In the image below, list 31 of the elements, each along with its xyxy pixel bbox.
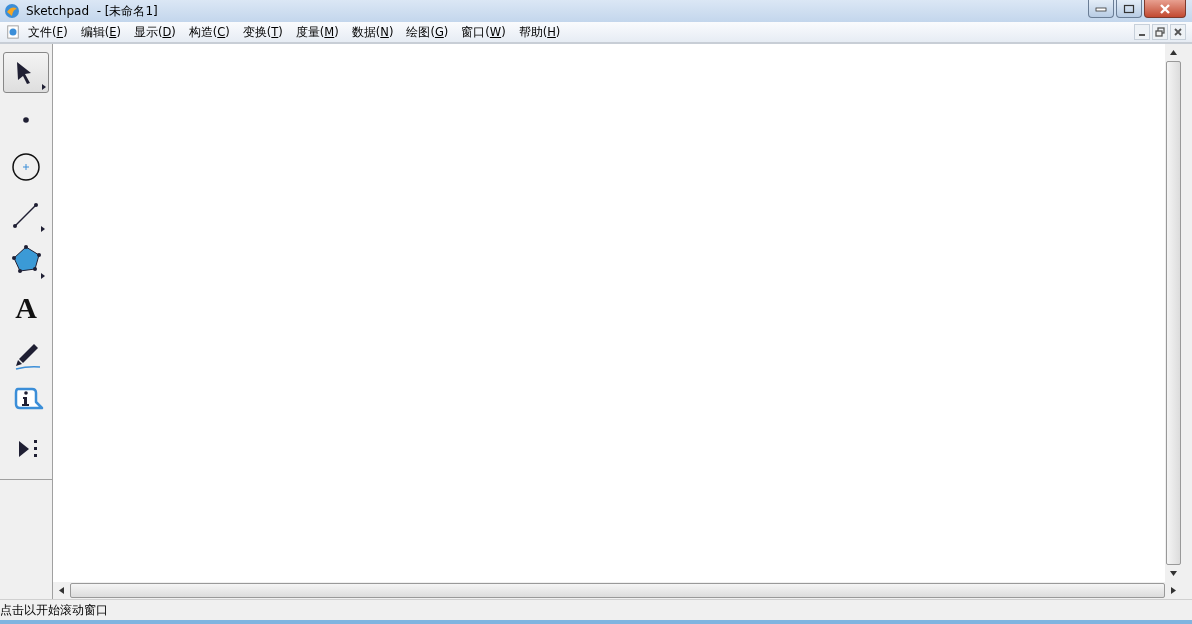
minimize-button[interactable] bbox=[1088, 0, 1114, 18]
left-arrow-icon[interactable] bbox=[59, 587, 64, 594]
down-arrow-icon[interactable] bbox=[1170, 571, 1177, 576]
menu-item[interactable]: 窗口(W) bbox=[461, 24, 506, 40]
close-icon bbox=[1159, 3, 1171, 14]
menu-item[interactable]: 构造(C) bbox=[188, 24, 230, 40]
menu-item[interactable]: 文件(F) bbox=[28, 24, 68, 40]
minimize-icon bbox=[1139, 34, 1145, 36]
close-icon bbox=[1173, 27, 1183, 37]
window-title: Sketchpad - [未命名1] bbox=[26, 2, 158, 20]
maximize-icon bbox=[1123, 3, 1135, 14]
restore-icon bbox=[1155, 27, 1165, 37]
menu-item[interactable]: 编辑(E) bbox=[80, 24, 121, 40]
restore-button[interactable] bbox=[1152, 24, 1168, 40]
text-tool[interactable]: A bbox=[3, 287, 49, 328]
dot-icon bbox=[23, 116, 29, 123]
document-icon[interactable] bbox=[6, 25, 20, 39]
menu-item[interactable]: 度量(M) bbox=[295, 24, 339, 40]
app-icon bbox=[4, 3, 20, 19]
right-arrow-icon[interactable] bbox=[1171, 587, 1176, 594]
status-text: 点击以开始滚动窗口 bbox=[0, 601, 108, 619]
arrow-tool[interactable] bbox=[3, 52, 49, 93]
menu-item[interactable]: 数据(N) bbox=[351, 24, 394, 40]
menu-item[interactable]: 绘图(G) bbox=[406, 24, 449, 40]
menu-item[interactable]: 显示(D) bbox=[133, 24, 176, 40]
up-arrow-icon[interactable] bbox=[1170, 50, 1177, 55]
maximize-button[interactable] bbox=[1116, 0, 1142, 18]
close-button[interactable] bbox=[1144, 0, 1186, 18]
menu-item[interactable]: 帮助(H) bbox=[518, 24, 561, 40]
minimize-icon bbox=[1095, 4, 1107, 13]
menu-item[interactable]: 变换(T) bbox=[242, 24, 283, 40]
